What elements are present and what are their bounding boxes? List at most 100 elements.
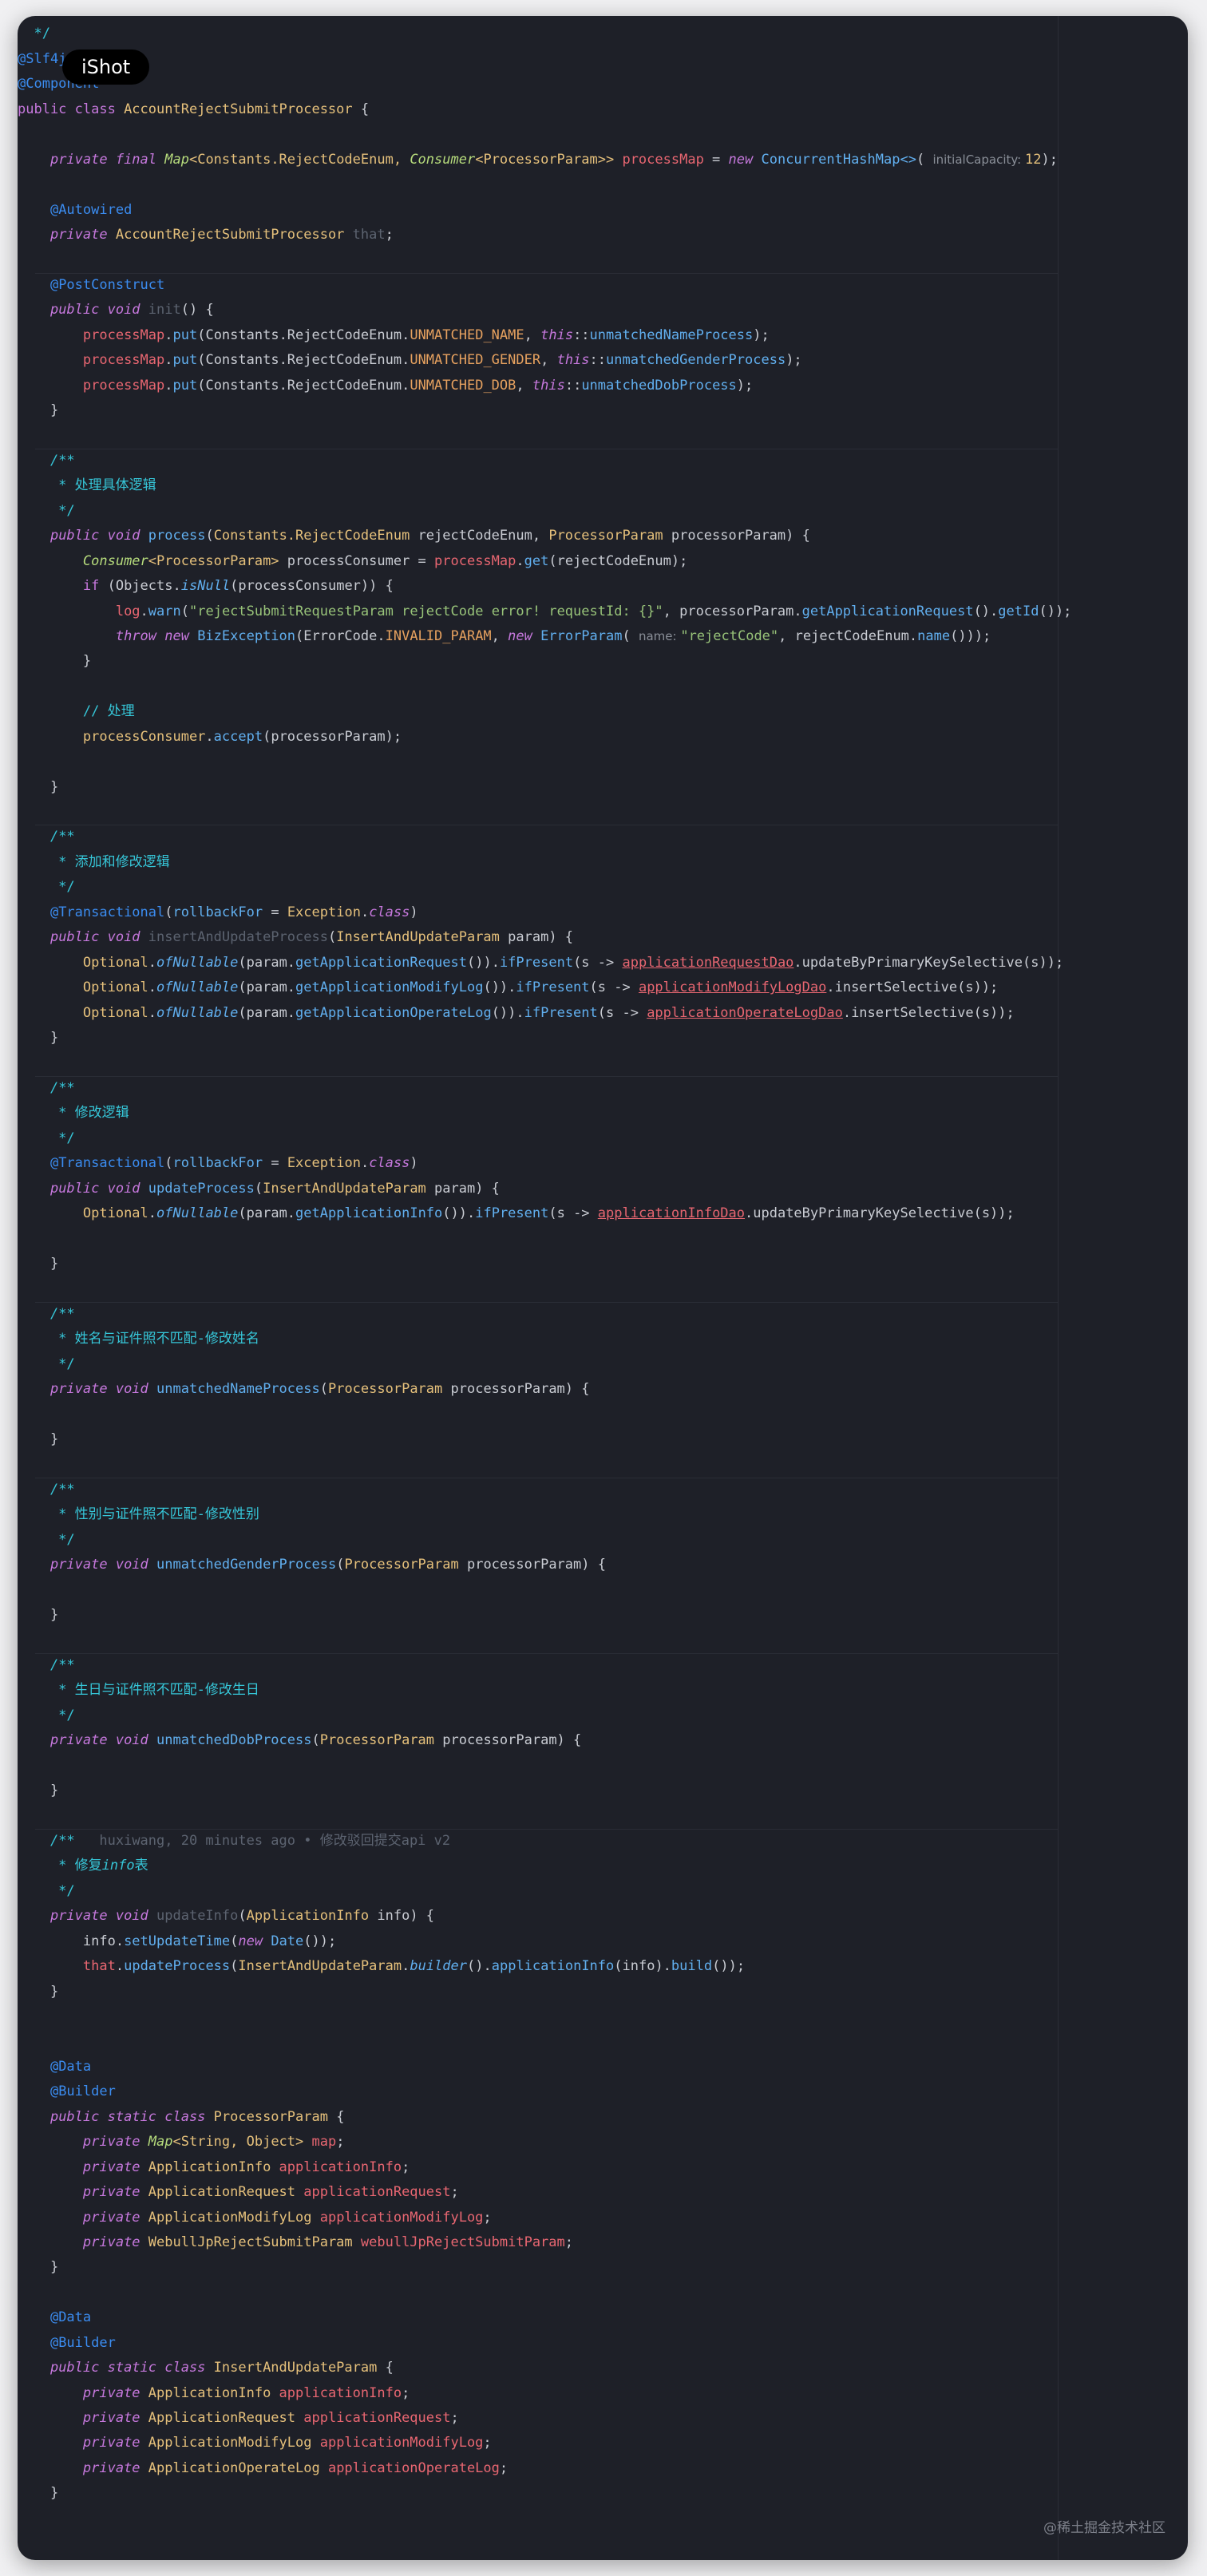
code-line[interactable]: */ xyxy=(18,1879,1188,1904)
code-line[interactable]: public static class InsertAndUpdateParam… xyxy=(18,2356,1188,2380)
code-line[interactable]: Consumer<ProcessorParam> processConsumer… xyxy=(18,549,1188,574)
code-line[interactable]: @Data xyxy=(18,2305,1188,2330)
code-line[interactable]: */ xyxy=(18,875,1188,900)
code-line[interactable]: } xyxy=(18,2255,1188,2280)
code-line[interactable] xyxy=(18,2029,1188,2054)
code-line[interactable]: */ xyxy=(18,1126,1188,1151)
code-line[interactable]: private ApplicationOperateLog applicatio… xyxy=(18,2456,1188,2481)
code-line[interactable]: public void process(Constants.RejectCode… xyxy=(18,524,1188,548)
code-line[interactable]: public void insertAndUpdateProcess(Inser… xyxy=(18,925,1188,950)
code-line[interactable]: } xyxy=(18,2481,1188,2506)
code-line[interactable]: @Slf4j xyxy=(18,47,1188,72)
code-line[interactable]: } xyxy=(18,1026,1188,1051)
code-line[interactable]: * 处理具体逻辑 xyxy=(18,473,1188,498)
code-line[interactable] xyxy=(18,675,1188,699)
code-line[interactable]: * 生日与证件照不匹配-修改生日 xyxy=(18,1678,1188,1703)
code-line[interactable]: private AccountRejectSubmitProcessor tha… xyxy=(18,223,1188,247)
code-line[interactable]: @Builder xyxy=(18,2331,1188,2356)
code-line[interactable]: @Autowired xyxy=(18,198,1188,223)
code-line[interactable]: Optional.ofNullable(param.getApplication… xyxy=(18,1001,1188,1026)
code-line[interactable] xyxy=(18,1628,1188,1652)
code-line[interactable]: processMap.put(Constants.RejectCodeEnum.… xyxy=(18,348,1188,373)
code-line[interactable]: } xyxy=(18,775,1188,800)
code-line[interactable]: processMap.put(Constants.RejectCodeEnum.… xyxy=(18,323,1188,348)
code-line[interactable]: @Transactional(rollbackFor = Exception.c… xyxy=(18,900,1188,925)
code-line[interactable]: } xyxy=(18,1980,1188,2004)
code-line[interactable]: private void unmatchedGenderProcess(Proc… xyxy=(18,1553,1188,1577)
code-line[interactable]: /** xyxy=(18,448,1188,473)
code-line[interactable] xyxy=(18,1578,1188,1603)
code-line[interactable]: */ xyxy=(18,499,1188,524)
code-line[interactable] xyxy=(18,1051,1188,1075)
code-line[interactable]: private Map<String, Object> map; xyxy=(18,2130,1188,2155)
code-line[interactable]: private ApplicationModifyLog application… xyxy=(18,2206,1188,2230)
code-line[interactable]: */ xyxy=(18,1352,1188,1377)
code-line[interactable]: info.setUpdateTime(new Date()); xyxy=(18,1929,1188,1954)
code-line[interactable]: * 修复info表 xyxy=(18,1854,1188,1878)
code-line[interactable]: * 修改逻辑 xyxy=(18,1101,1188,1126)
code-line[interactable]: @Component xyxy=(18,72,1188,97)
code-line[interactable]: log.warn("rejectSubmitRequestParam rejec… xyxy=(18,599,1188,624)
code-line[interactable]: private ApplicationInfo applicationInfo; xyxy=(18,2381,1188,2406)
code-line[interactable]: processConsumer.accept(processorParam); xyxy=(18,725,1188,750)
code-line[interactable] xyxy=(18,750,1188,774)
code-line[interactable] xyxy=(18,1226,1188,1251)
code-line[interactable] xyxy=(18,1452,1188,1477)
code-line[interactable]: */ xyxy=(18,1703,1188,1728)
code-line[interactable]: Optional.ofNullable(param.getApplication… xyxy=(18,975,1188,1000)
code-line[interactable] xyxy=(18,122,1188,147)
code-line[interactable]: * 添加和修改逻辑 xyxy=(18,850,1188,875)
code-line[interactable]: private void updateInfo(ApplicationInfo … xyxy=(18,1904,1188,1929)
code-line[interactable] xyxy=(18,800,1188,825)
code-line[interactable]: private ApplicationInfo applicationInfo; xyxy=(18,2155,1188,2180)
code-line[interactable]: /** xyxy=(18,825,1188,849)
code-editor[interactable]: * @author hope 2022年04月23日 下午17:02:38 */… xyxy=(18,16,1188,2560)
code-line[interactable]: private ApplicationRequest applicationRe… xyxy=(18,2406,1188,2431)
code-area[interactable]: * @author hope 2022年04月23日 下午17:02:38 */… xyxy=(18,16,1188,2507)
code-line[interactable]: public void init() { xyxy=(18,298,1188,322)
code-line[interactable]: } xyxy=(18,1427,1188,1452)
code-line[interactable]: */ xyxy=(18,1528,1188,1553)
code-line[interactable]: @Transactional(rollbackFor = Exception.c… xyxy=(18,1151,1188,1176)
code-line[interactable]: /** xyxy=(18,1301,1188,1327)
code-line[interactable]: /** xyxy=(18,1477,1188,1502)
code-line[interactable]: */ xyxy=(18,22,1188,46)
code-line[interactable]: Optional.ofNullable(param.getApplication… xyxy=(18,951,1188,975)
code-line[interactable]: private void unmatchedDobProcess(Process… xyxy=(18,1728,1188,1753)
code-line[interactable]: throw new BizException(ErrorCode.INVALID… xyxy=(18,624,1188,649)
code-line[interactable]: * 姓名与证件照不匹配-修改姓名 xyxy=(18,1327,1188,1351)
code-line[interactable] xyxy=(18,1403,1188,1427)
code-line[interactable]: * 性别与证件照不匹配-修改性别 xyxy=(18,1502,1188,1527)
code-line[interactable]: } xyxy=(18,1779,1188,1803)
code-line[interactable]: private ApplicationModifyLog application… xyxy=(18,2431,1188,2455)
code-line[interactable]: // 处理 xyxy=(18,699,1188,724)
code-line[interactable]: * @author hope 2022年04月23日 下午17:02:38 xyxy=(18,16,1188,22)
code-line[interactable]: if (Objects.isNull(processConsumer)) { xyxy=(18,574,1188,599)
code-line[interactable]: Optional.ofNullable(param.getApplication… xyxy=(18,1201,1188,1226)
code-line[interactable] xyxy=(18,1804,1188,1829)
code-line[interactable]: /** xyxy=(18,1652,1188,1678)
code-line[interactable] xyxy=(18,2281,1188,2305)
code-line[interactable]: public static class ProcessorParam { xyxy=(18,2105,1188,2130)
code-line[interactable]: processMap.put(Constants.RejectCodeEnum.… xyxy=(18,374,1188,398)
code-line[interactable]: @Builder xyxy=(18,2079,1188,2104)
code-line[interactable]: } xyxy=(18,649,1188,674)
code-line[interactable]: } xyxy=(18,1252,1188,1276)
code-line[interactable] xyxy=(18,1276,1188,1301)
code-line[interactable] xyxy=(18,172,1188,197)
code-line[interactable]: } xyxy=(18,1603,1188,1628)
code-line[interactable]: /** xyxy=(18,1075,1188,1101)
code-line[interactable]: private ApplicationRequest applicationRe… xyxy=(18,2180,1188,2205)
code-line[interactable]: public void updateProcess(InsertAndUpdat… xyxy=(18,1177,1188,1201)
code-line[interactable]: private void unmatchedNameProcess(Proces… xyxy=(18,1377,1188,1402)
code-line[interactable]: that.updateProcess(InsertAndUpdateParam.… xyxy=(18,1954,1188,1979)
code-line[interactable] xyxy=(18,2004,1188,2029)
code-line[interactable]: /** huxiwang, 20 minutes ago • 修改驳回提交api… xyxy=(18,1828,1188,1854)
code-line[interactable]: @Data xyxy=(18,2055,1188,2079)
code-line[interactable] xyxy=(18,423,1188,448)
code-line[interactable]: } xyxy=(18,398,1188,423)
code-line[interactable] xyxy=(18,1754,1188,1779)
code-line[interactable]: public class AccountRejectSubmitProcesso… xyxy=(18,97,1188,122)
code-line[interactable] xyxy=(18,247,1188,272)
code-line[interactable]: private WebullJpRejectSubmitParam webull… xyxy=(18,2230,1188,2255)
